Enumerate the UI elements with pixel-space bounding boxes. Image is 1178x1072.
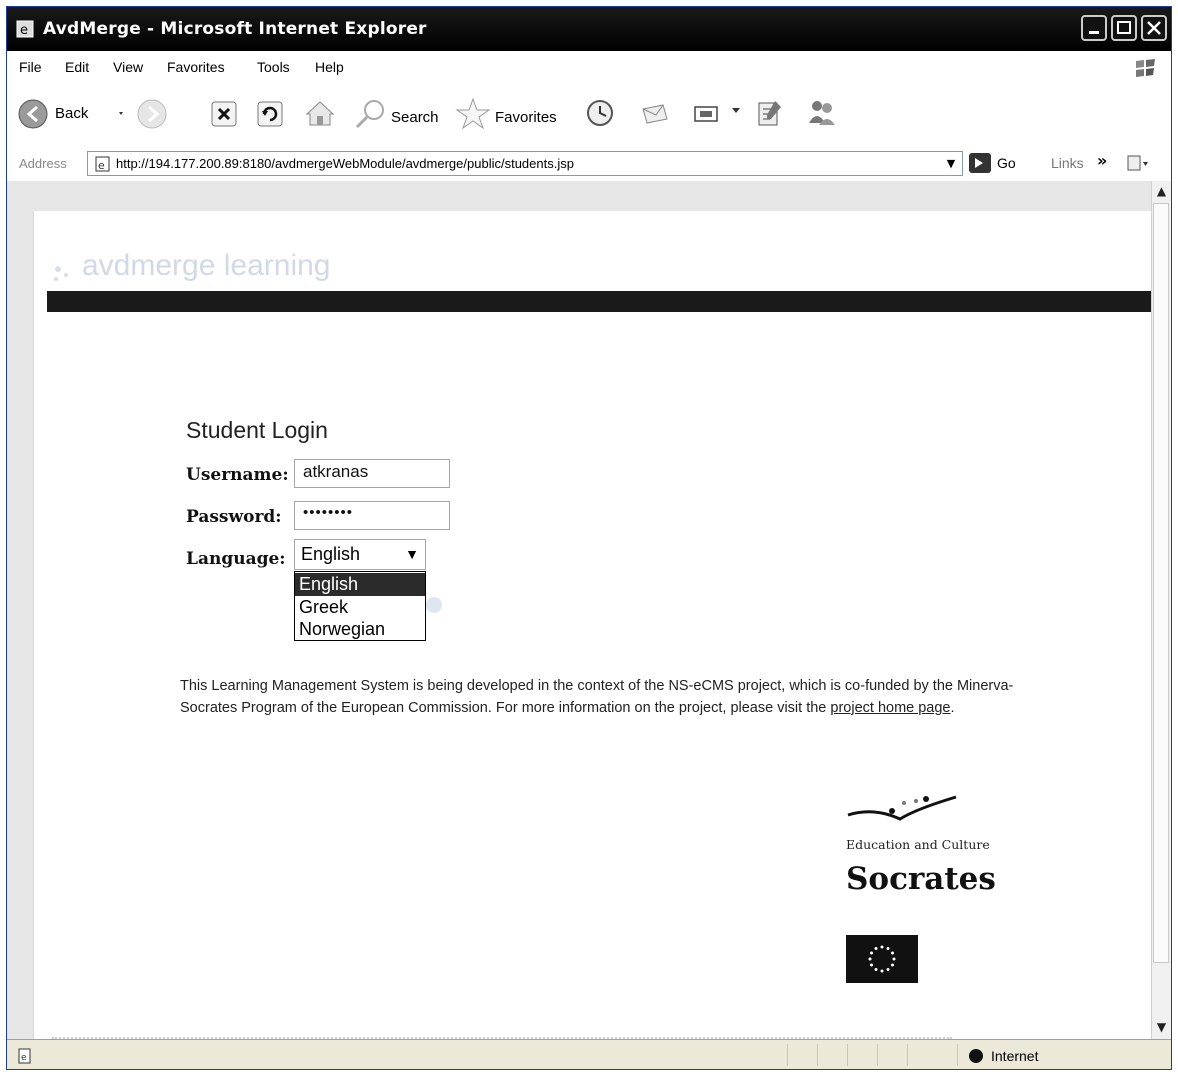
menu-tools[interactable]: Tools	[257, 59, 290, 75]
brand-logo-icon	[54, 266, 68, 281]
favorites-star-icon[interactable]	[453, 95, 493, 131]
login-title: Student Login	[186, 417, 328, 443]
back-label: Back	[55, 105, 89, 122]
security-zone: Internet	[991, 1048, 1039, 1064]
standard-toolbar: Back Search Favorites	[7, 83, 1171, 148]
forward-arrow-icon[interactable]	[135, 97, 169, 131]
svg-text:e: e	[21, 1053, 27, 1063]
language-option-norwegian[interactable]: Norwegian	[295, 618, 425, 641]
globe-icon	[969, 1049, 983, 1063]
links-toolbar-icon[interactable]	[1125, 153, 1149, 173]
search-label[interactable]: Search	[391, 109, 439, 126]
vertical-scrollbar[interactable]: ▲ ▼	[1151, 181, 1171, 1039]
scroll-thumb[interactable]	[1153, 203, 1169, 963]
address-bar: Address e http://194.177.200.89:8180/avd…	[7, 147, 1171, 182]
socrates-edu-text: Education and Culture	[846, 837, 990, 852]
socrates-name: Socrates	[846, 861, 996, 897]
scroll-down-icon[interactable]: ▼	[1152, 1017, 1171, 1037]
web-page: avdmerge learning Student Login Username…	[33, 211, 1151, 1039]
go-arrow-icon[interactable]	[969, 153, 991, 173]
address-label: Address	[19, 156, 67, 171]
language-option-english[interactable]: English	[295, 573, 425, 596]
login-button-partial[interactable]	[426, 597, 442, 613]
status-divider	[847, 1044, 848, 1066]
language-label: Language:	[186, 549, 286, 569]
brand-name: avdmerge learning	[82, 249, 331, 282]
maximize-button[interactable]	[1111, 15, 1137, 41]
print-dropdown-icon[interactable]	[731, 105, 741, 115]
address-url[interactable]: http://194.177.200.89:8180/avdmergeWebMo…	[116, 156, 574, 171]
address-dropdown-icon[interactable]: ▼	[942, 154, 960, 173]
windows-logo-icon	[1136, 59, 1155, 77]
home-icon[interactable]	[303, 97, 337, 129]
status-divider	[957, 1044, 958, 1066]
page-status-icon: e	[18, 1048, 31, 1064]
menu-bar: File Edit View Favorites Tools Help	[7, 51, 1171, 84]
info-paragraph: This Learning Management System is being…	[180, 675, 1020, 719]
language-select[interactable]: English ▼	[294, 539, 426, 570]
messenger-icon[interactable]	[803, 95, 839, 131]
minimize-icon	[1089, 31, 1099, 34]
socrates-logo-icon	[847, 795, 957, 821]
mail-icon[interactable]	[637, 97, 671, 131]
language-dropdown-list: English Greek Norwegian	[294, 571, 426, 641]
menu-favorites[interactable]: Favorites	[167, 59, 225, 75]
language-option-greek[interactable]: Greek	[295, 596, 425, 619]
status-divider	[907, 1044, 908, 1066]
menu-view[interactable]: View	[113, 59, 143, 75]
eu-flag-icon	[846, 935, 918, 983]
status-divider	[817, 1044, 818, 1066]
scroll-up-icon[interactable]: ▲	[1152, 181, 1171, 201]
back-button[interactable]: Back	[17, 97, 127, 135]
close-button[interactable]	[1141, 15, 1167, 41]
back-arrow-icon	[18, 99, 48, 129]
project-home-link[interactable]: project home page	[830, 700, 950, 716]
go-button[interactable]: Go	[997, 155, 1016, 171]
title-bar: e AvdMerge - Microsoft Internet Explorer	[7, 7, 1171, 51]
refresh-icon[interactable]	[255, 99, 285, 129]
svg-text:e: e	[98, 159, 105, 172]
status-bar: e Internet	[7, 1039, 1171, 1069]
page-viewport: avdmerge learning Student Login Username…	[7, 181, 1151, 1039]
menu-file[interactable]: File	[19, 59, 42, 75]
browser-window: e AvdMerge - Microsoft Internet Explorer…	[6, 6, 1172, 1070]
print-icon[interactable]	[691, 99, 721, 129]
search-icon[interactable]	[353, 97, 389, 131]
edit-page-icon[interactable]	[751, 95, 787, 131]
favorites-label[interactable]: Favorites	[495, 109, 557, 126]
password-label: Password:	[186, 507, 282, 527]
password-field[interactable]: ••••••••	[294, 501, 450, 530]
maximize-icon	[1117, 21, 1131, 34]
status-divider	[787, 1044, 788, 1066]
status-divider	[877, 1044, 878, 1066]
chevron-down-icon[interactable]: ▼	[405, 546, 419, 562]
svg-text:e: e	[20, 23, 28, 38]
username-field[interactable]: atkranas	[294, 459, 450, 488]
menu-help[interactable]: Help	[315, 59, 344, 75]
stop-icon[interactable]	[209, 99, 239, 129]
minimize-button[interactable]	[1081, 15, 1107, 41]
page-icon: e	[95, 156, 110, 172]
links-more-icon[interactable]: »	[1097, 151, 1107, 170]
window-title: AvdMerge - Microsoft Internet Explorer	[43, 19, 427, 39]
close-icon	[1147, 21, 1161, 35]
address-input[interactable]: e http://194.177.200.89:8180/avdmergeWeb…	[87, 151, 963, 176]
ie-page-icon: e	[16, 20, 34, 38]
username-label: Username:	[186, 465, 289, 485]
history-icon[interactable]	[583, 97, 617, 129]
language-selected: English	[301, 544, 361, 564]
info-end: .	[950, 700, 955, 716]
menu-edit[interactable]: Edit	[65, 59, 89, 75]
back-dropdown-icon[interactable]	[119, 112, 123, 115]
header-bar	[47, 291, 1151, 312]
links-label[interactable]: Links	[1051, 155, 1084, 171]
